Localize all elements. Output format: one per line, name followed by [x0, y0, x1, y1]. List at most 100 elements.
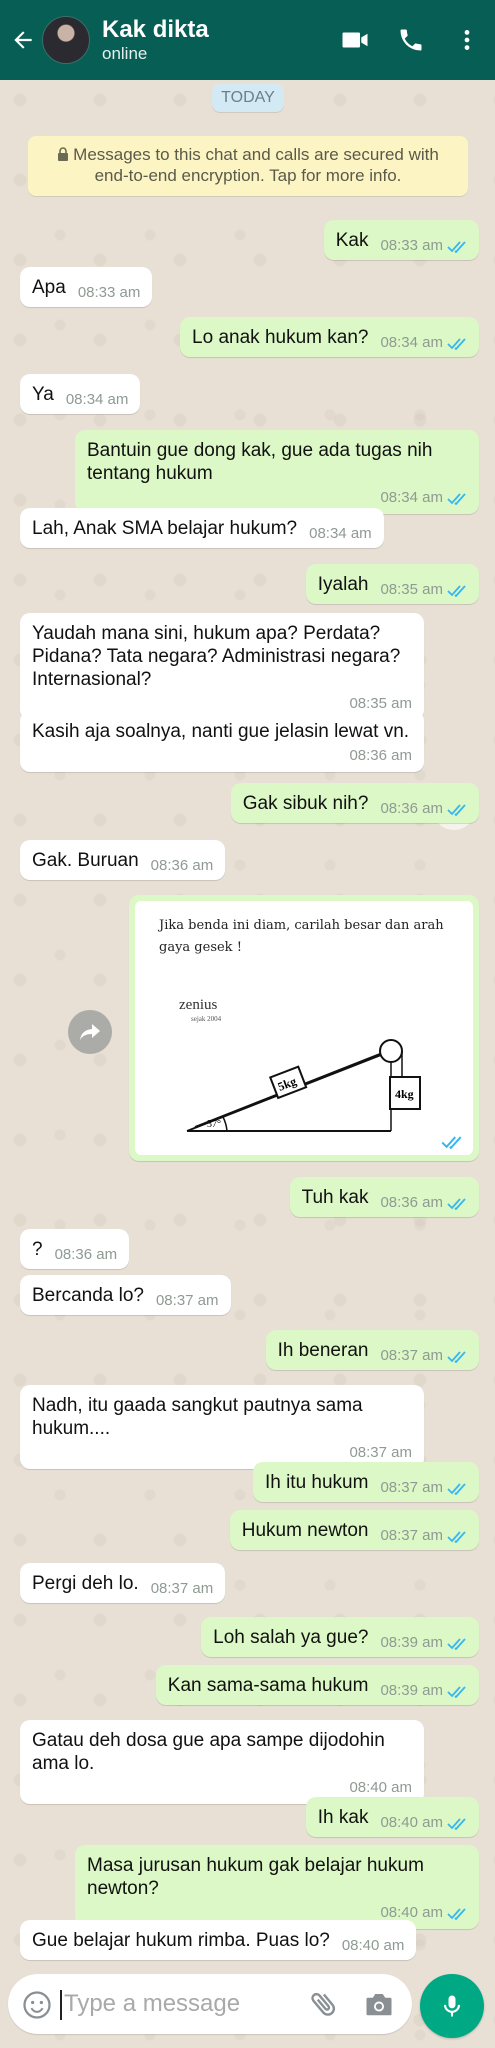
message-time: 08:40 am [380, 1814, 467, 1831]
message-time: 08:36 am [380, 800, 467, 817]
message-time: 08:33 am [380, 237, 467, 254]
voice-call-button[interactable] [383, 12, 439, 68]
message-text: Pergi deh lo. [32, 1573, 139, 1594]
message-outgoing[interactable]: Loh salah ya gue? 08:39 am [201, 1617, 479, 1657]
message-incoming[interactable]: Apa 08:33 am [20, 267, 153, 307]
contact-name: Kak dikta [102, 16, 209, 43]
message-time: 08:37 am [380, 1347, 467, 1364]
back-arrow-icon [14, 31, 32, 49]
emoji-icon[interactable] [22, 1990, 52, 2020]
more-options-button[interactable] [439, 12, 495, 68]
message-text: Iyalah [317, 574, 369, 595]
phone-icon [400, 29, 422, 51]
message-text: Kak [335, 230, 369, 251]
lock-icon [58, 147, 69, 161]
message-time: 08:40 am [341, 1937, 405, 1954]
attached-image[interactable]: Jika benda ini diam, carilah besar dan a… [135, 901, 473, 1155]
message-text: Ih itu hukum [264, 1472, 369, 1493]
message-outgoing[interactable]: Lo anak hukum kan? 08:34 am [180, 317, 479, 357]
message-incoming[interactable]: Gak. Buruan 08:36 am [20, 840, 226, 880]
video-camera-icon [342, 32, 368, 48]
read-ticks-icon [447, 1686, 466, 1698]
message-incoming[interactable]: Yaudah mana sini, hukum apa? Perdata? Pi… [20, 613, 424, 720]
message-time: 08:40 am [87, 1904, 467, 1921]
message-outgoing[interactable]: Kan sama-sama hukum 08:39 am [155, 1665, 479, 1705]
message-outgoing[interactable]: Masa jurusan hukum gak belajar hukum new… [75, 1845, 479, 1929]
message-text: Gatau deh dosa gue apa sampe dijodohin a… [32, 1730, 385, 1774]
message-time: 08:36 am [54, 1246, 118, 1263]
message-incoming[interactable]: Gue belajar hukum rimba. Puas lo? 08:40 … [20, 1920, 417, 1960]
message-outgoing[interactable]: Ih itu hukum 08:37 am [252, 1462, 479, 1502]
message-time: 08:40 am [349, 1779, 412, 1796]
message-text: Gak sibuk nih? [242, 793, 369, 814]
message-incoming[interactable]: Pergi deh lo. 08:37 am [20, 1563, 226, 1603]
message-outgoing[interactable]: Gak sibuk nih? 08:36 am [230, 783, 479, 823]
message-incoming[interactable]: Nadh, itu gaada sangkut pautnya sama huk… [20, 1385, 424, 1469]
message-outgoing[interactable]: Ih beneran 08:37 am [265, 1330, 479, 1370]
forward-icon [80, 1024, 100, 1040]
read-ticks-icon [447, 241, 466, 253]
message-text: Kan sama-sama hukum [167, 1675, 369, 1696]
message-text: ? [32, 1239, 43, 1260]
message-text: Yaudah mana sini, hukum apa? Perdata? Pi… [32, 623, 401, 690]
message-text: Masa jurusan hukum gak belajar hukum new… [87, 1855, 424, 1899]
message-text: Ih kak [317, 1807, 369, 1828]
chat-header: Kak dikta online [0, 0, 495, 80]
message-incoming[interactable]: Bercanda lo? 08:37 am [20, 1275, 231, 1315]
message-time: 08:34 am [380, 334, 467, 351]
encryption-notice[interactable]: Messages to this chat and calls are secu… [28, 136, 468, 196]
voice-message-button[interactable] [420, 1974, 484, 2038]
message-text: Hukum newton [241, 1520, 369, 1541]
more-vertical-icon [464, 30, 470, 50]
message-time: 08:37 am [150, 1580, 214, 1597]
message-outgoing[interactable]: Bantuin gue dong kak, gue ada tugas nih … [75, 430, 479, 514]
label-angle: 37° [207, 1119, 221, 1130]
message-time: 08:34 am [65, 391, 129, 408]
back-button[interactable] [8, 20, 38, 60]
message-outgoing[interactable]: Hukum newton 08:37 am [229, 1510, 479, 1550]
message-time: 08:34 am [309, 525, 372, 542]
message-composer[interactable] [8, 1974, 412, 2034]
message-incoming[interactable]: Ya 08:34 am [20, 374, 141, 414]
message-time: 08:36 am [150, 857, 214, 874]
message-outgoing[interactable]: Ih kak 08:40 am [305, 1797, 479, 1837]
read-ticks-icon [447, 493, 466, 505]
message-incoming[interactable]: Gatau deh dosa gue apa sampe dijodohin a… [20, 1720, 424, 1804]
message-text: Loh salah ya gue? [213, 1627, 369, 1648]
read-ticks-icon [447, 585, 466, 597]
video-call-button[interactable] [327, 12, 383, 68]
message-time: 08:35 am [349, 695, 412, 712]
forward-button[interactable] [68, 1010, 112, 1054]
message-time: 08:39 am [380, 1634, 467, 1651]
message-input[interactable] [64, 1986, 294, 2022]
read-ticks-icon [447, 804, 466, 816]
message-text: Kasih aja soalnya, nanti gue jelasin lew… [32, 721, 410, 742]
message-outgoing[interactable]: Iyalah 08:35 am [305, 564, 479, 604]
encryption-notice-text: Messages to this chat and calls are secu… [73, 145, 439, 185]
contact-info[interactable]: Kak dikta online [102, 16, 327, 64]
message-text: Tuh kak [301, 1187, 369, 1208]
message-text: Nadh, itu gaada sangkut pautnya sama huk… [32, 1395, 363, 1439]
read-ticks-icon [447, 1531, 466, 1543]
label-4kg: 4kg [395, 1087, 414, 1101]
incline-diagram: 4kg 5kg 37° [186, 1039, 421, 1132]
chat-area[interactable]: TODAY Messages to this chat and calls ar… [0, 80, 495, 1960]
camera-icon[interactable] [364, 1990, 394, 2018]
message-outgoing[interactable]: Tuh kak 08:36 am [289, 1177, 479, 1217]
paperclip-icon[interactable] [308, 1988, 340, 2020]
read-ticks-icon [447, 338, 466, 350]
text-caret [60, 1990, 62, 2020]
message-incoming[interactable]: ? 08:36 am [20, 1229, 130, 1269]
avatar[interactable] [42, 16, 90, 64]
message-time: 08:37 am [380, 1527, 467, 1544]
read-ticks-icon [441, 1136, 462, 1149]
message-text: Apa [32, 277, 66, 298]
message-time: 08:36 am [380, 1194, 467, 1211]
message-time: 08:37 am [155, 1292, 219, 1309]
message-time: 08:36 am [349, 747, 412, 764]
message-outgoing[interactable]: Kak 08:33 am [323, 220, 479, 260]
message-time: 08:37 am [380, 1479, 467, 1496]
image-message[interactable]: Jika benda ini diam, carilah besar dan a… [129, 895, 479, 1161]
message-incoming[interactable]: Lah, Anak SMA belajar hukum? 08:34 am [20, 508, 384, 548]
message-incoming[interactable]: Kasih aja soalnya, nanti gue jelasin lew… [20, 711, 424, 772]
